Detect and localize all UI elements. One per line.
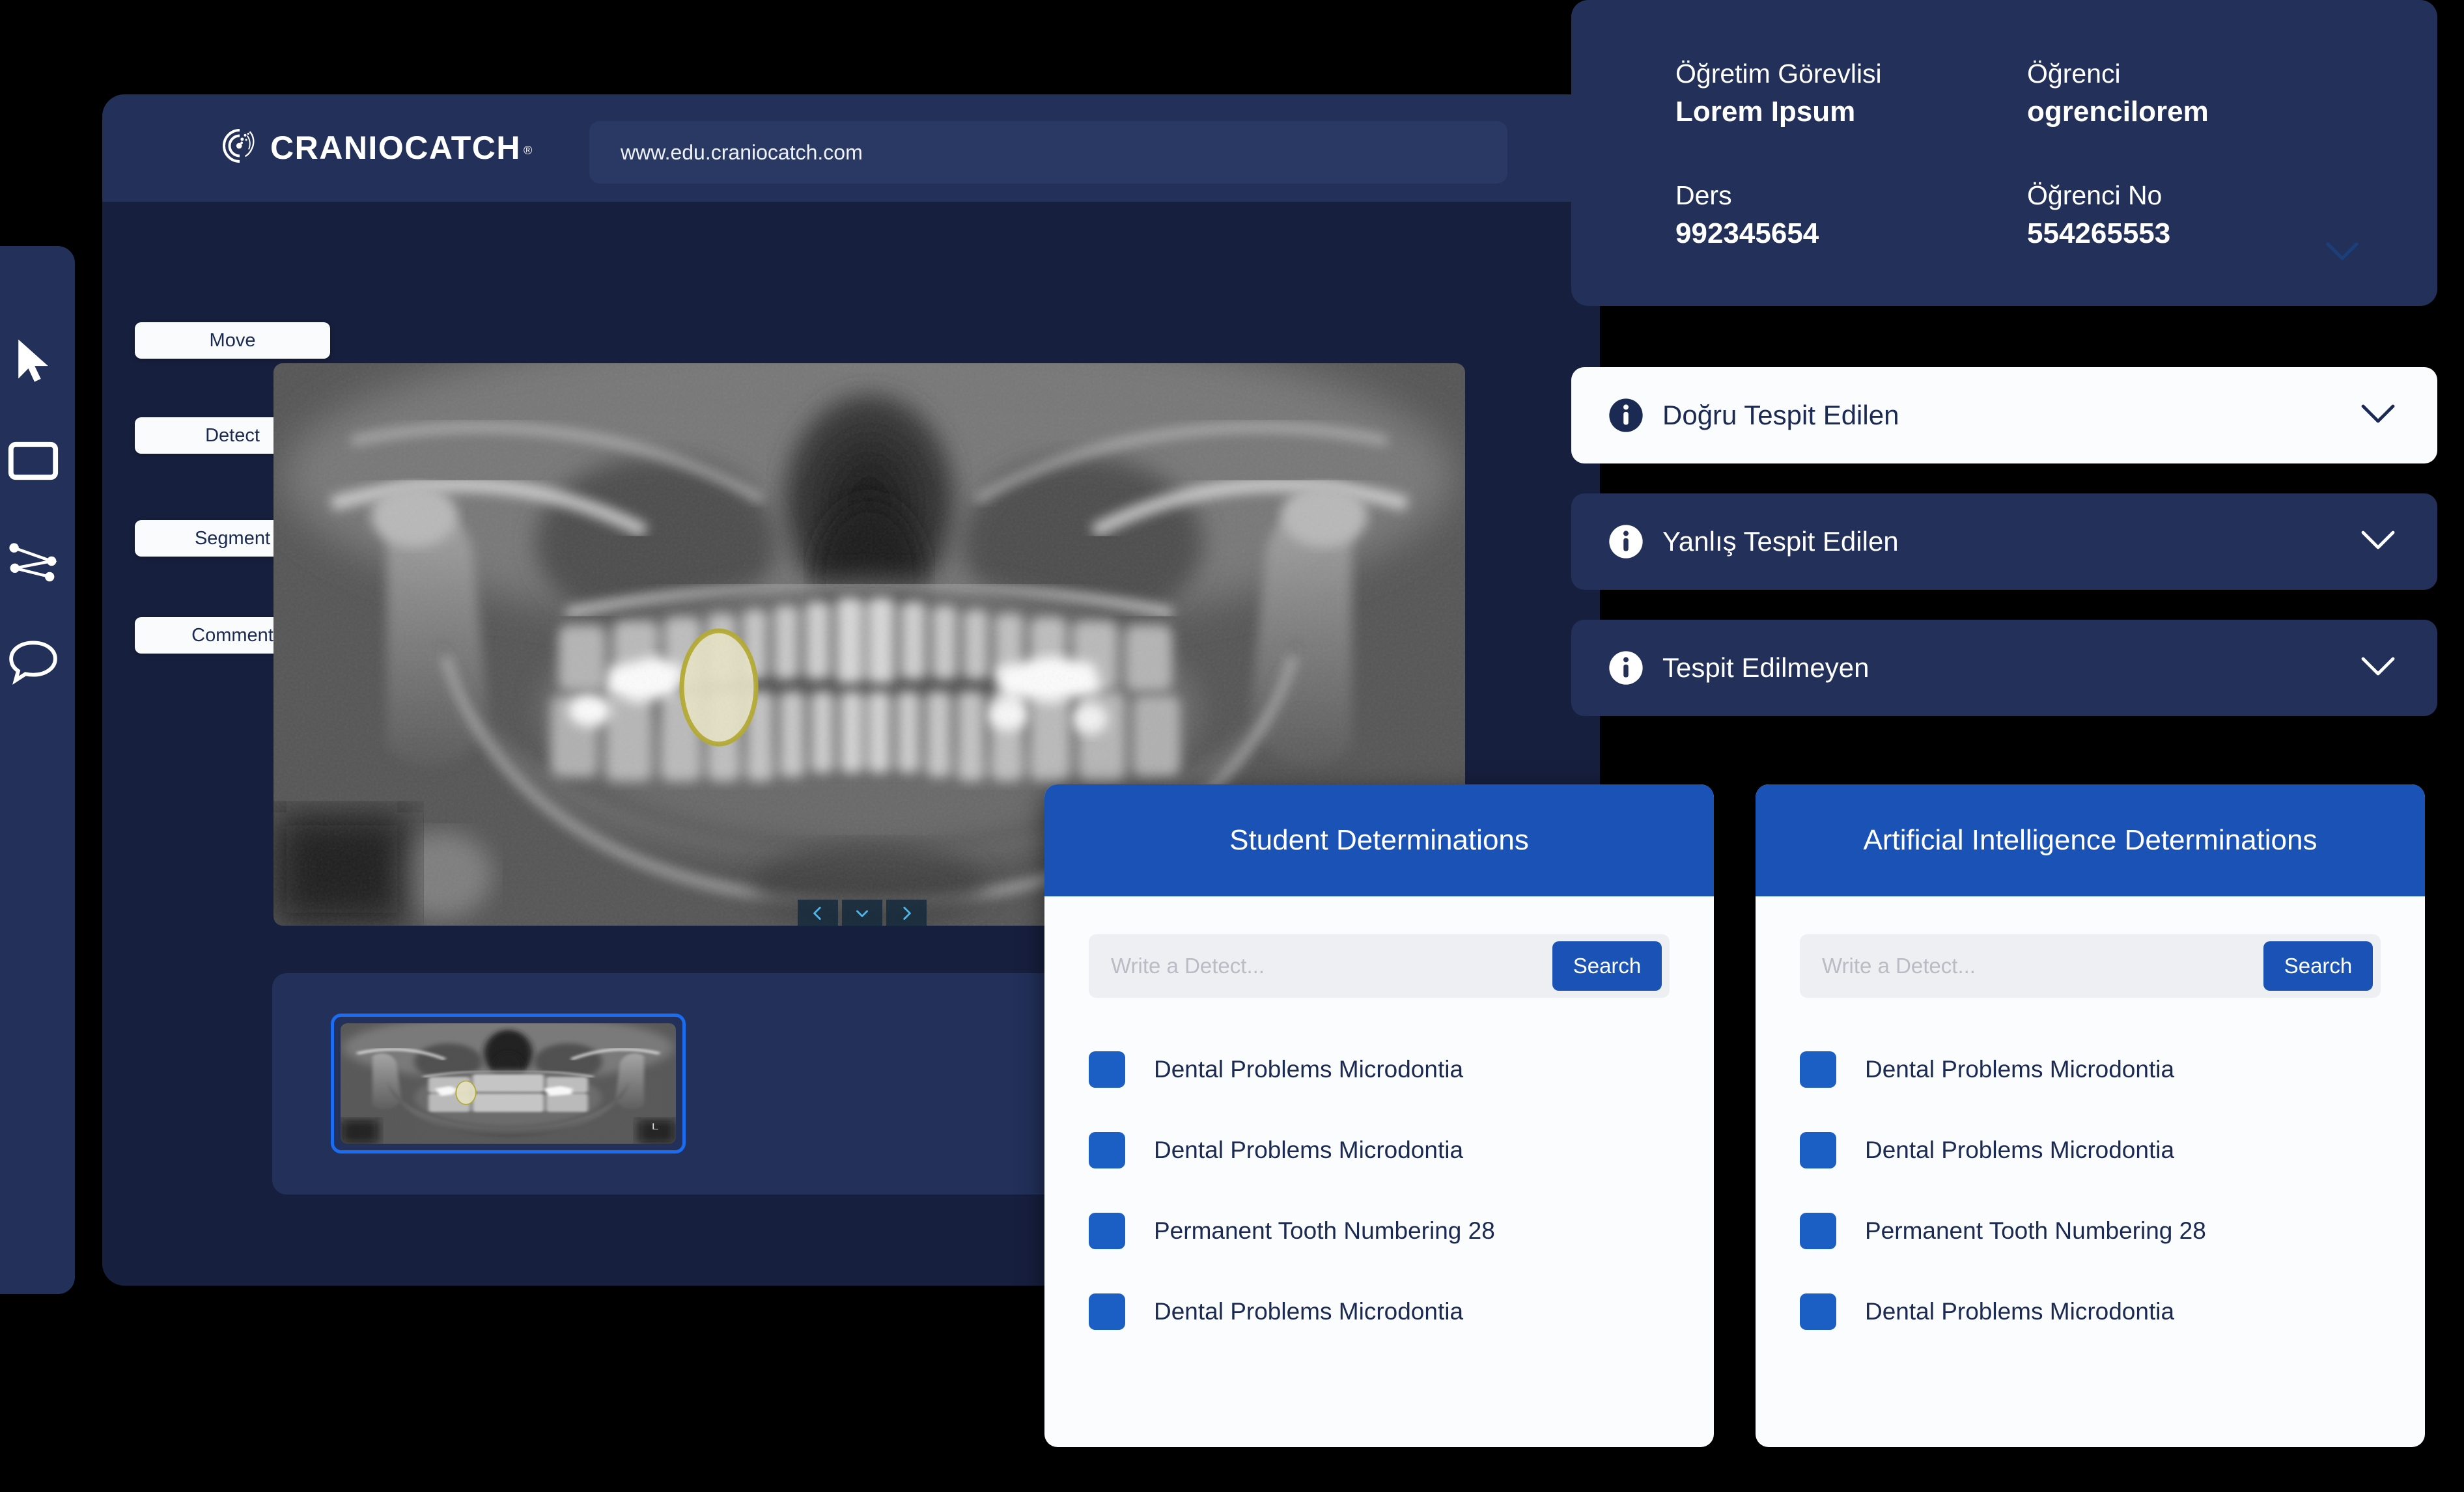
list-item[interactable]: Dental Problems Microdontia — [1800, 1110, 2381, 1191]
thumbnail-item-selected[interactable]: L — [331, 1014, 686, 1154]
brand-logo: CRANIOCATCH ® — [219, 126, 532, 169]
chevron-right-icon — [898, 905, 915, 922]
info-field-student-no: Öğrenci No 554265553 — [2027, 180, 2379, 250]
info-field-course: Ders 992345654 — [1675, 180, 2027, 250]
cursor-arrow-icon[interactable] — [3, 331, 63, 391]
list-item[interactable]: Dental Problems Microdontia — [1800, 1271, 2381, 1352]
ai-search-button[interactable]: Search — [2263, 941, 2373, 991]
polyline-points-icon[interactable] — [3, 531, 63, 591]
xray-expand-button[interactable] — [842, 900, 882, 927]
list-item[interactable]: Dental Problems Microdontia — [1089, 1029, 1670, 1110]
list-item-label: Dental Problems Microdontia — [1154, 1298, 1464, 1325]
student-panel-title: Student Determinations — [1044, 784, 1714, 896]
ai-panel-body: Search Dental Problems Microdontia Denta… — [1756, 896, 2425, 1352]
url-text: www.edu.craniocatch.com — [621, 140, 863, 164]
brand-wordmark: CRANIOCATCH ® — [270, 129, 533, 166]
list-item[interactable]: Dental Problems Microdontia — [1800, 1029, 2381, 1110]
chevron-down-icon — [854, 905, 871, 922]
list-item[interactable]: Permanent Tooth Numbering 28 — [1089, 1191, 1670, 1271]
list-item-label: Dental Problems Microdontia — [1865, 1137, 2175, 1163]
info-label-instructor: Öğretim Görevlisi — [1675, 59, 1882, 89]
info-field-instructor: Öğretim Görevlisi Lorem Ipsum — [1675, 59, 2027, 128]
speech-bubble-icon[interactable] — [3, 631, 63, 691]
move-tool-button[interactable]: Move — [135, 322, 330, 359]
info-circle-icon — [1608, 650, 1644, 686]
ai-panel-title: Artificial Intelligence Determinations — [1756, 784, 2425, 896]
xray-navigation-controls — [798, 900, 927, 927]
ai-determinations-panel: Artificial Intelligence Determinations S… — [1756, 784, 2425, 1447]
list-item-label: Dental Problems Microdontia — [1154, 1056, 1464, 1083]
left-tool-rail — [0, 246, 75, 1294]
info-value-instructor: Lorem Ipsum — [1675, 96, 1856, 128]
accordion-tespit-edilmeyen[interactable]: Tespit Edilmeyen — [1571, 620, 2437, 716]
craniocatch-logo-icon — [219, 126, 260, 169]
accordion-dogru-tespit-edilen[interactable]: Doğru Tespit Edilen — [1571, 367, 2437, 463]
info-circle-icon — [1608, 523, 1644, 560]
chevron-left-icon — [809, 905, 826, 922]
color-swatch — [1089, 1051, 1125, 1088]
list-item-label: Dental Problems Microdontia — [1865, 1056, 2175, 1083]
session-info-card: Öğretim Görevlisi Lorem Ipsum Öğrenci og… — [1571, 0, 2437, 306]
info-label-student: Öğrenci — [2027, 59, 2121, 89]
chevron-down-icon — [2324, 242, 2360, 266]
info-label-course: Ders — [1675, 180, 1732, 210]
student-determination-list: Dental Problems Microdontia Dental Probl… — [1089, 1029, 1670, 1352]
student-search-row: Search — [1089, 934, 1670, 998]
chevron-down-icon[interactable] — [2359, 529, 2397, 555]
rectangle-icon[interactable] — [3, 431, 63, 491]
list-item[interactable]: Dental Problems Microdontia — [1089, 1271, 1670, 1352]
student-determinations-panel: Student Determinations Search Dental Pro… — [1044, 784, 1714, 1447]
ai-determination-list: Dental Problems Microdontia Dental Probl… — [1800, 1029, 2381, 1352]
accordion-yanlis-tespit-edilen[interactable]: Yanlış Tespit Edilen — [1571, 493, 2437, 590]
info-field-student: Öğrenci ogrencilorem — [2027, 59, 2379, 128]
ai-search-row: Search — [1800, 934, 2381, 998]
info-card-collapse-button[interactable] — [2324, 240, 2360, 267]
list-item-label: Permanent Tooth Numbering 28 — [1865, 1217, 2206, 1244]
svg-text:L: L — [652, 1122, 658, 1131]
info-value-course: 992345654 — [1675, 217, 1819, 249]
url-bar[interactable]: www.edu.craniocatch.com — [589, 121, 1507, 184]
xray-prev-button[interactable] — [798, 900, 838, 927]
thumbnail-xray-image: L — [341, 1023, 676, 1144]
student-search-input[interactable] — [1089, 953, 1552, 979]
color-swatch — [1800, 1213, 1836, 1249]
list-item-label: Dental Problems Microdontia — [1865, 1298, 2175, 1325]
list-item[interactable]: Permanent Tooth Numbering 28 — [1800, 1191, 2381, 1271]
list-item-label: Permanent Tooth Numbering 28 — [1154, 1217, 1495, 1244]
xray-next-button[interactable] — [886, 900, 927, 927]
info-circle-icon — [1608, 397, 1644, 434]
list-item-label: Dental Problems Microdontia — [1154, 1137, 1464, 1163]
color-swatch — [1089, 1293, 1125, 1330]
accordion-label: Yanlış Tespit Edilen — [1662, 526, 1899, 557]
session-info-grid: Öğretim Görevlisi Lorem Ipsum Öğrenci og… — [1675, 59, 2379, 250]
color-swatch — [1800, 1051, 1836, 1088]
chevron-down-icon[interactable] — [2359, 402, 2397, 429]
info-label-student-no: Öğrenci No — [2027, 180, 2163, 210]
color-swatch — [1089, 1213, 1125, 1249]
info-value-student: ogrencilorem — [2027, 96, 2209, 128]
ai-search-input[interactable] — [1800, 953, 2263, 979]
chevron-down-icon[interactable] — [2359, 655, 2397, 682]
student-panel-body: Search Dental Problems Microdontia Denta… — [1044, 896, 1714, 1352]
color-swatch — [1800, 1293, 1836, 1330]
accordion-label: Doğru Tespit Edilen — [1662, 400, 1899, 430]
list-item[interactable]: Dental Problems Microdontia — [1089, 1110, 1670, 1191]
accordion-label: Tespit Edilmeyen — [1662, 652, 1869, 683]
color-swatch — [1800, 1132, 1836, 1168]
color-swatch — [1089, 1132, 1125, 1168]
student-search-button[interactable]: Search — [1552, 941, 1662, 991]
